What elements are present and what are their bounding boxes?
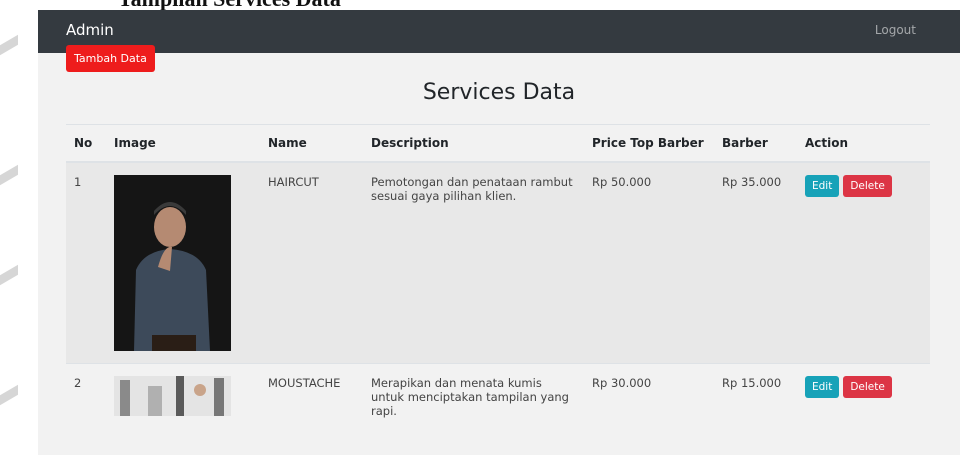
cell-action: Edit Delete [797,363,930,430]
header-description: Description [363,124,584,163]
brand-link[interactable]: Admin [66,21,114,39]
header-price-top-barber: Price Top Barber [584,124,714,163]
edit-button[interactable]: Edit [805,376,840,398]
service-image [114,175,231,351]
delete-button[interactable]: Delete [843,376,892,398]
add-data-button[interactable]: Tambah Data [66,45,155,72]
cell-description: Merapikan dan menata kumis untuk mencipt… [363,363,584,430]
delete-button[interactable]: Delete [843,175,892,197]
watermark-shape [0,384,18,406]
table-row: 1 HAIRCUT Pemotongan dan penataan rambut… [66,161,930,364]
left-margin [0,10,38,455]
barbershop-photo-icon [114,376,231,416]
cell-image [106,161,260,364]
cell-no: 1 [66,161,106,364]
table-header-row: No Image Name Description Price Top Barb… [66,124,930,163]
table-row: 2 MOUSTACHE Merapikan dan menata kumis u… [66,363,930,430]
right-margin [960,10,978,455]
cell-price-barber: Rp 35.000 [714,161,797,364]
cell-image [106,363,260,430]
navbar: Admin Logout [38,10,960,53]
cell-price-top: Rp 30.000 [584,363,714,430]
header-image: Image [106,124,260,163]
admin-app: Admin Logout Tambah Data Services Data N… [38,10,960,455]
caption-text: Tampilan Services Data [118,0,341,10]
cell-no: 2 [66,363,106,430]
service-image [114,376,231,416]
document-caption: Tampilan Services Data [0,0,978,10]
cell-description: Pemotongan dan penataan rambut sesuai ga… [363,161,584,364]
cell-price-barber: Rp 15.000 [714,363,797,430]
watermark-shape [0,264,18,286]
cell-price-top: Rp 50.000 [584,161,714,364]
header-name: Name [260,124,363,163]
header-no: No [66,124,106,163]
cell-action: Edit Delete [797,161,930,364]
cell-name: MOUSTACHE [260,363,363,430]
edit-button[interactable]: Edit [805,175,840,197]
header-action: Action [797,124,930,163]
page-title: Services Data [422,80,576,105]
header-barber: Barber [714,124,797,163]
watermark-shape [0,34,18,56]
watermark-shape [0,164,18,186]
cell-name: HAIRCUT [260,161,363,364]
services-table: No Image Name Description Price Top Barb… [66,124,930,430]
logout-link[interactable]: Logout [875,23,916,37]
portrait-photo-icon [114,175,231,351]
